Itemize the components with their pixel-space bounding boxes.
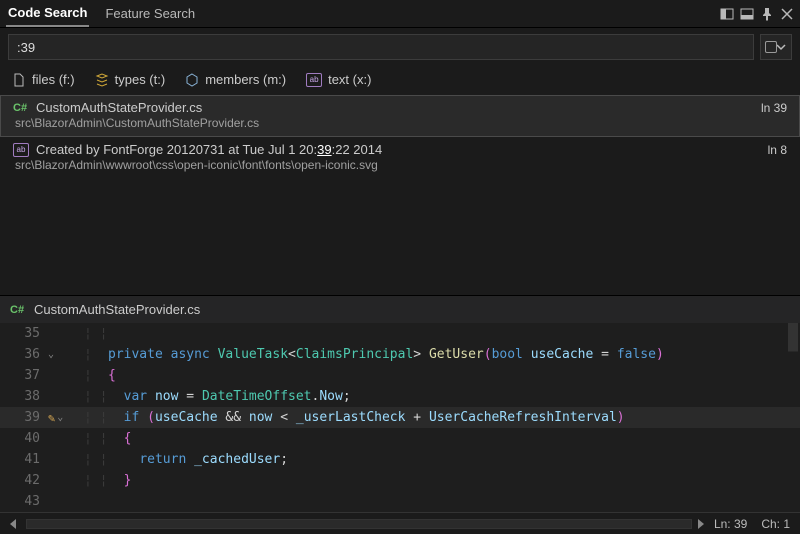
- chevron-down-icon[interactable]: ⌄: [57, 412, 63, 423]
- status-col: Ch: 1: [761, 517, 790, 531]
- csharp-badge-icon: C#: [10, 304, 26, 316]
- result-item[interactable]: C# CustomAuthStateProvider.cs ln 39 src\…: [0, 95, 800, 137]
- results-panel: C# CustomAuthStateProvider.cs ln 39 src\…: [0, 95, 800, 295]
- result-title: CustomAuthStateProvider.cs: [36, 100, 202, 115]
- line-number: 42: [0, 473, 46, 488]
- filter-text-label: text (x:): [328, 72, 371, 87]
- tab-feature-search[interactable]: Feature Search: [103, 2, 197, 26]
- top-tabs: Code Search Feature Search: [6, 1, 197, 27]
- code-line: {: [108, 431, 800, 446]
- status-bar: Ln: 39 Ch: 1: [0, 512, 800, 534]
- code-line: var now = DateTimeOffset.Now;: [108, 389, 800, 404]
- line-number: 35: [0, 326, 46, 341]
- scroll-right-icon[interactable]: [698, 519, 704, 529]
- code-line: }: [108, 473, 800, 488]
- result-line: ln 39: [761, 101, 787, 115]
- line-number: 43: [0, 494, 46, 509]
- text-icon: ab: [306, 73, 322, 87]
- members-icon: [185, 73, 199, 87]
- line-number: 39: [0, 410, 46, 425]
- filter-members-label: members (m:): [205, 72, 286, 87]
- csharp-badge-icon: C#: [13, 102, 29, 114]
- filter-files-label: files (f:): [32, 72, 75, 87]
- chevron-down-icon[interactable]: ⌄: [48, 349, 54, 360]
- status-line: Ln: 39: [714, 517, 747, 531]
- panel-bottom-icon[interactable]: [740, 7, 754, 21]
- code-line: private async ValueTask<ClaimsPrincipal>…: [108, 347, 800, 362]
- filter-bar: files (f:) types (t:) members (m:) ab te…: [0, 66, 800, 95]
- line-number: 40: [0, 431, 46, 446]
- code-editor[interactable]: 35 ¦ ¦ 36 ⌄ ¦ private async ValueTask<Cl…: [0, 323, 800, 512]
- result-item[interactable]: ab Created by FontForge 20120731 at Tue …: [0, 137, 800, 179]
- filter-types-label: types (t:): [115, 72, 166, 87]
- filter-members[interactable]: members (m:): [185, 72, 286, 87]
- tab-code-search[interactable]: Code Search: [6, 1, 89, 27]
- title-bar: Code Search Feature Search: [0, 0, 800, 28]
- filter-files[interactable]: files (f:): [12, 72, 75, 87]
- search-options-button[interactable]: [760, 34, 792, 60]
- close-icon[interactable]: [780, 7, 794, 21]
- horizontal-scrollbar[interactable]: [26, 519, 692, 529]
- result-title: Created by FontForge 20120731 at Tue Jul…: [36, 142, 382, 157]
- window-controls: [720, 7, 794, 21]
- line-number: 41: [0, 452, 46, 467]
- line-number: 37: [0, 368, 46, 383]
- pin-icon[interactable]: [760, 7, 774, 21]
- filter-types[interactable]: types (t:): [95, 72, 166, 87]
- types-icon: [95, 73, 109, 87]
- filter-text[interactable]: ab text (x:): [306, 72, 371, 87]
- preview-header: C# CustomAuthStateProvider.cs: [0, 295, 800, 323]
- result-path: src\BlazorAdmin\wwwroot\css\open-iconic\…: [13, 158, 787, 172]
- code-line: if (useCache && now < _userLastCheck + U…: [108, 410, 800, 425]
- search-row: [0, 28, 800, 66]
- minimap[interactable]: [788, 323, 798, 512]
- result-path: src\BlazorAdmin\CustomAuthStateProvider.…: [13, 116, 787, 130]
- scroll-left-icon[interactable]: [10, 519, 16, 529]
- search-input[interactable]: [8, 34, 754, 60]
- code-line: {: [108, 368, 800, 383]
- result-line: ln 8: [768, 143, 787, 157]
- panel-left-icon[interactable]: [720, 7, 734, 21]
- paintbrush-icon: ✎: [48, 411, 55, 425]
- text-badge-icon: ab: [13, 143, 29, 157]
- file-icon: [12, 73, 26, 87]
- preview-filename: CustomAuthStateProvider.cs: [34, 302, 200, 317]
- code-line: return _cachedUser;: [108, 452, 800, 467]
- line-number: 38: [0, 389, 46, 404]
- line-number: 36: [0, 347, 46, 362]
